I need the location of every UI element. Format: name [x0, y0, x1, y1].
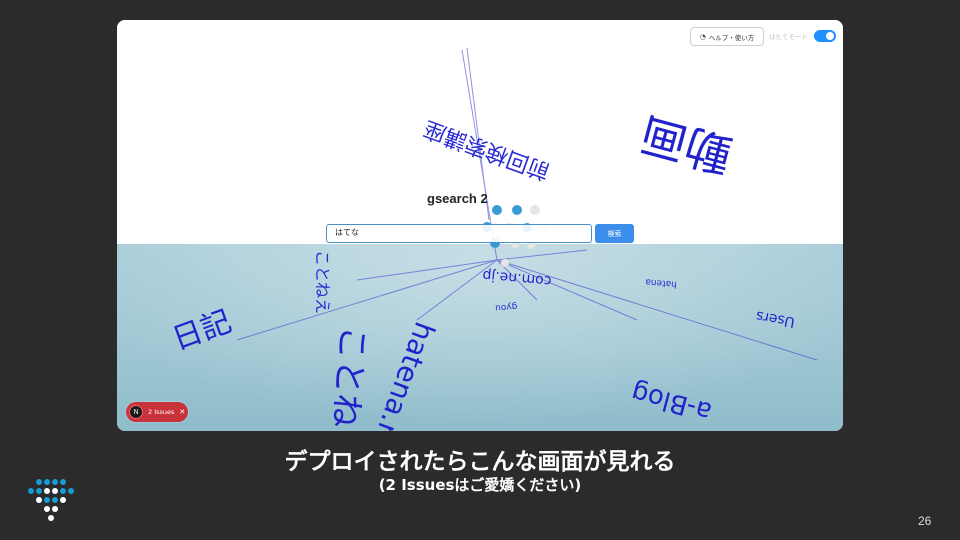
nextjs-logo-icon: N — [129, 405, 143, 419]
help-button-label: ヘルプ・使い方 — [708, 33, 755, 42]
scene-word-ume: ことねえ — [313, 250, 332, 314]
help-icon: ◔ — [699, 32, 706, 41]
slide: 動画 前回検索講座 hatena.ne.jp ことね 日記 a-Blog com… — [0, 0, 960, 540]
scene-word-nikki: 日記 — [168, 304, 236, 357]
sphere — [492, 205, 502, 215]
sphere — [501, 259, 509, 267]
mode-toggle-label: はたてモード — [769, 33, 808, 41]
mode-toggle[interactable] — [814, 30, 836, 42]
scene-word-giant: 動画 — [635, 107, 738, 183]
sphere — [530, 205, 540, 215]
caption-main: デプロイされたらこんな画面が見れる — [284, 449, 676, 475]
caption-sub: (2 Issuesはご愛嬌ください) — [378, 476, 582, 494]
page-number: 26 — [918, 514, 932, 528]
sphere — [512, 205, 522, 215]
scene-word-users: Users — [755, 307, 796, 330]
search-button[interactable]: 検索 — [595, 224, 634, 243]
search-input[interactable]: はてな — [326, 224, 592, 243]
scene-word-com: com.ne.jp — [482, 267, 552, 289]
close-icon[interactable]: ✕ — [179, 408, 185, 416]
app-title: gsearch 2 — [427, 191, 488, 206]
browser-screenshot: 動画 前回検索講座 hatena.ne.jp ことね 日記 a-Blog com… — [117, 20, 843, 431]
company-logo-icon — [28, 479, 74, 521]
scene-word-upper-right: 前回検索講座 — [421, 115, 554, 184]
issues-label: 2 Issues — [148, 408, 175, 416]
scene-word-blog: a-Blog — [628, 377, 715, 427]
mode-toggle-knob — [826, 32, 834, 40]
scene-word-tsumi: ことね — [324, 324, 373, 429]
help-button[interactable]: ◔ ヘルプ・使い方 — [690, 27, 764, 46]
scene-word-sub2: hatena — [645, 276, 677, 289]
devtools-issues-badge[interactable]: N 2 Issues ✕ — [126, 402, 188, 422]
scene-word-sub1: gyou — [495, 301, 518, 313]
